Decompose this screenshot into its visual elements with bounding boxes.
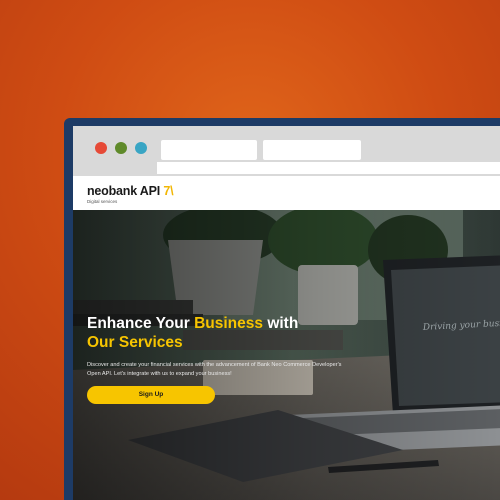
hero-title-part2: with <box>263 315 299 332</box>
brand-tagline: Digital services <box>87 199 118 204</box>
brand-name: neobank API <box>87 184 161 198</box>
hero-content: Enhance Your Business with Our Services … <box>87 314 367 404</box>
hero-section: Driving your business Enhance Your Busin… <box>73 210 500 500</box>
browser-toolbar <box>73 126 500 176</box>
minimize-window-dot[interactable] <box>115 142 127 154</box>
browser-tab[interactable] <box>263 140 361 160</box>
sign-up-button[interactable]: Sign Up <box>87 386 215 404</box>
hero-title-highlight: Business <box>194 315 264 332</box>
brand-mark-icon: 7\ <box>163 184 174 198</box>
maximize-window-dot[interactable] <box>135 142 147 154</box>
browser-tab[interactable] <box>161 140 257 160</box>
browser-window: neobank API 7\ Digital services Driving … <box>73 126 500 500</box>
address-bar[interactable] <box>157 162 500 174</box>
hero-title: Enhance Your Business with Our Services <box>87 314 367 352</box>
brand-logo[interactable]: neobank API 7\ Digital services <box>87 184 174 204</box>
hero-description: Discover and create your financial servi… <box>87 362 342 377</box>
hero-title-part1: Enhance Your <box>87 315 195 332</box>
hero-title-line2: Our Services <box>87 334 183 351</box>
close-window-dot[interactable] <box>95 142 107 154</box>
site-header: neobank API 7\ Digital services <box>73 176 500 210</box>
